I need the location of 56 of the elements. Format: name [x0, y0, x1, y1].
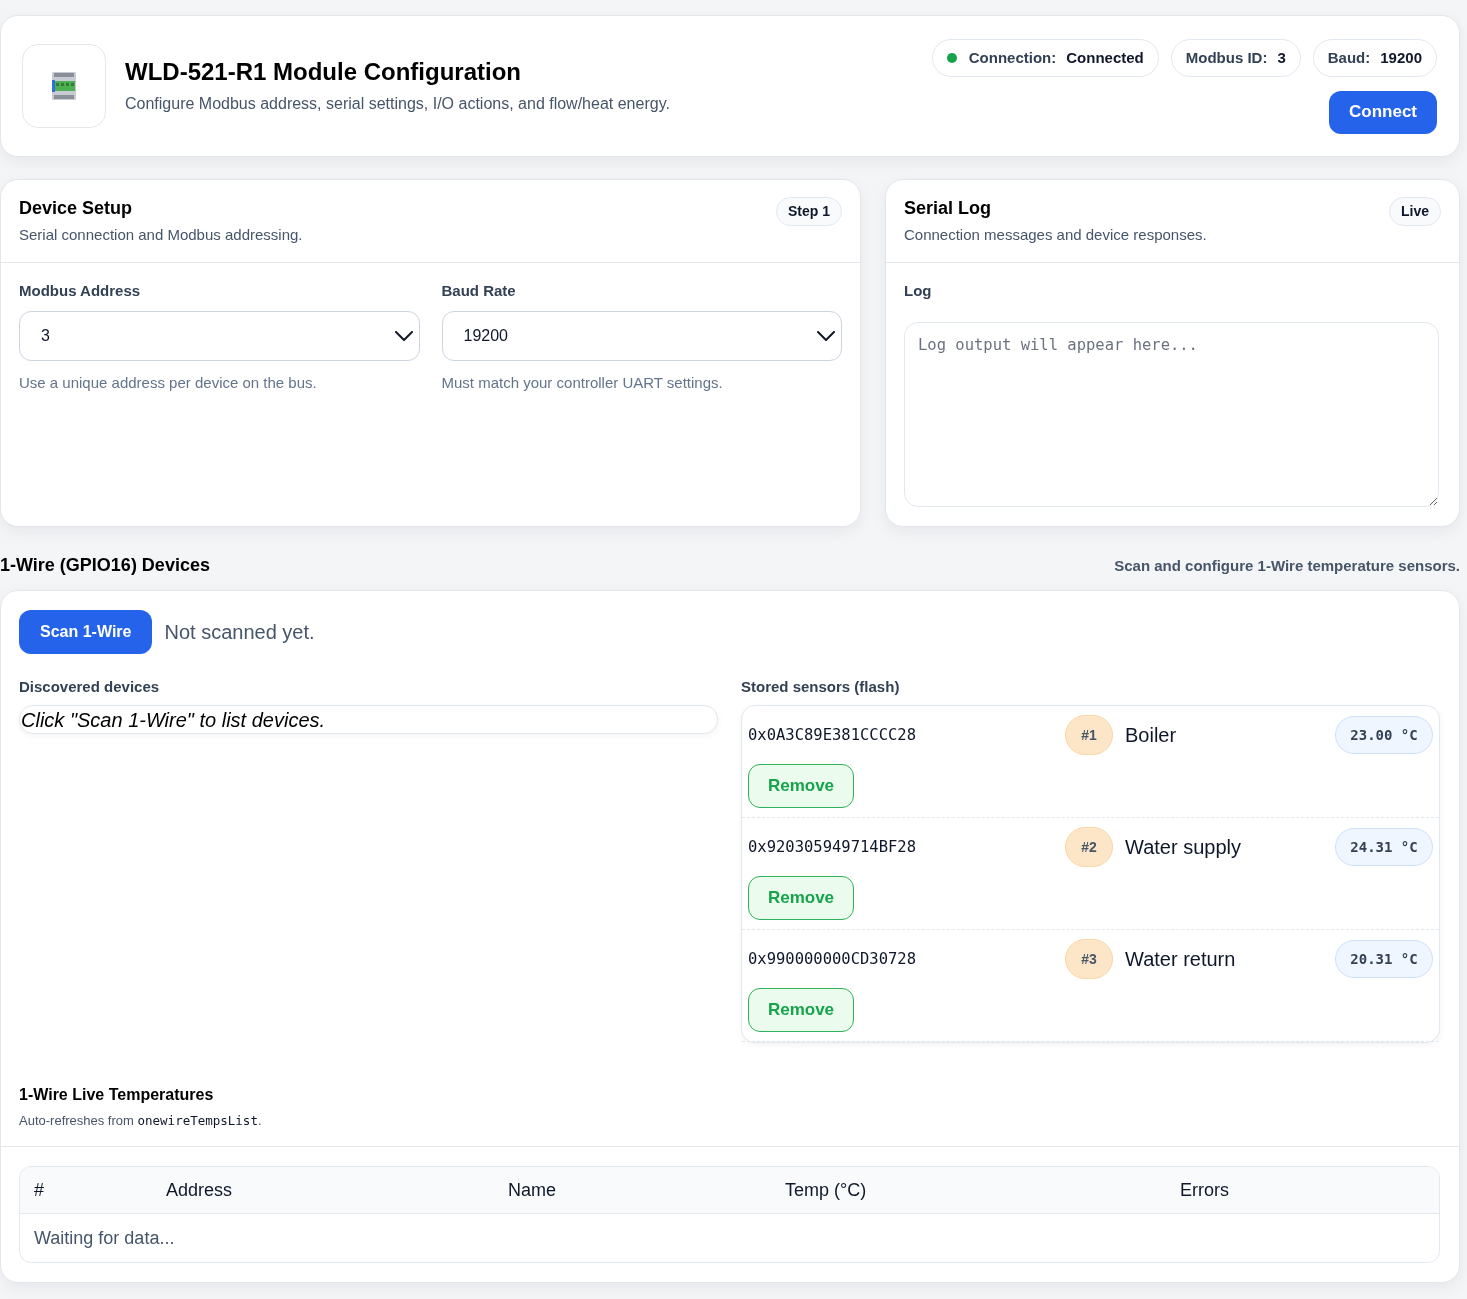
pill-value: 3	[1277, 49, 1286, 66]
card-title: Serial Log	[904, 197, 993, 219]
sensor-name: Water return	[1125, 947, 1236, 971]
chevron-down-icon	[394, 331, 413, 341]
select-field[interactable]: 3	[19, 311, 420, 361]
scan-button[interactable]: Scan 1-Wire	[19, 610, 153, 654]
live-badge: Live	[1389, 197, 1441, 226]
pill-value: 19200	[1380, 49, 1422, 66]
subsection-title: 1-Wire Live Temperatures	[19, 1085, 215, 1105]
field-label: Discovered devices	[19, 677, 161, 697]
log-output-field[interactable]: Log output will appear here...	[904, 322, 1439, 507]
connect-button[interactable]: Connect	[1329, 90, 1437, 134]
field-label: Baud Rate	[441, 281, 517, 301]
scan-status-text: Not scanned yet.	[164, 620, 315, 644]
field-hint: Use a unique address per device on the bus.	[19, 373, 318, 393]
pill-value: Connected	[1066, 49, 1144, 66]
empty-list-message: Click "Scan 1-Wire" to list devices.	[21, 707, 326, 733]
select-field[interactable]: 19200	[441, 311, 842, 361]
column-header: #	[20, 1167, 152, 1214]
temperature-badge: 23.00 °C	[1335, 716, 1433, 754]
card-subtitle: Serial connection and Modbus addressing.	[19, 225, 303, 245]
sensor-number-badge: #3	[1065, 939, 1113, 979]
module-icon	[22, 44, 106, 128]
pill-label: Connection:	[968, 49, 1057, 66]
column-header: Name	[494, 1167, 771, 1214]
pill-label: Modbus ID:	[1185, 49, 1268, 66]
sensor-address: 0x0A3C89E381CCCC28	[748, 726, 917, 744]
field-label: Modbus Address	[19, 281, 142, 301]
step-badge: Step 1	[776, 197, 842, 226]
remove-button[interactable]: Remove	[748, 988, 854, 1032]
column-header: Temp (°C)	[771, 1167, 1166, 1214]
sensor-name: Water supply	[1125, 835, 1241, 859]
remove-button[interactable]: Remove	[748, 764, 854, 808]
section-description: Scan and configure 1-Wire temperature sensors.	[1114, 556, 1460, 574]
section-title: 1-Wire (GPIO16) Devices	[0, 554, 210, 576]
remove-button[interactable]: Remove	[748, 876, 854, 920]
empty-table-message: Waiting for data...	[33, 1226, 176, 1250]
sensor-address: 0x990000000CD30728	[748, 950, 917, 968]
card-title: Device Setup	[19, 197, 134, 219]
temperature-badge: 20.31 °C	[1335, 940, 1433, 978]
sensor-number-badge: #1	[1065, 715, 1113, 755]
sensor-number-badge: #2	[1065, 827, 1113, 867]
note-text: Auto-refreshes from onewireTempsList.	[19, 1112, 263, 1130]
page-title: WLD-521-R1 Module Configuration	[125, 57, 522, 87]
sensor-name: Boiler	[1125, 723, 1177, 747]
field-label: Stored sensors (flash)	[741, 677, 901, 697]
field-hint: Must match your controller UART settings.	[441, 373, 724, 393]
column-header: Address	[152, 1167, 494, 1214]
column-header: Errors	[1166, 1167, 1439, 1214]
sensor-address: 0x920305949714BF28	[748, 838, 917, 856]
card-subtitle: Connection messages and device responses.	[904, 225, 1207, 245]
page-subtitle: Configure Modbus address, serial settings, I/O actions, and flow/heat energy.	[125, 94, 670, 114]
field-label: Log	[904, 281, 933, 301]
chevron-down-icon	[817, 331, 835, 341]
pill-label: Baud:	[1327, 49, 1371, 66]
temperature-badge: 24.31 °C	[1335, 828, 1433, 866]
